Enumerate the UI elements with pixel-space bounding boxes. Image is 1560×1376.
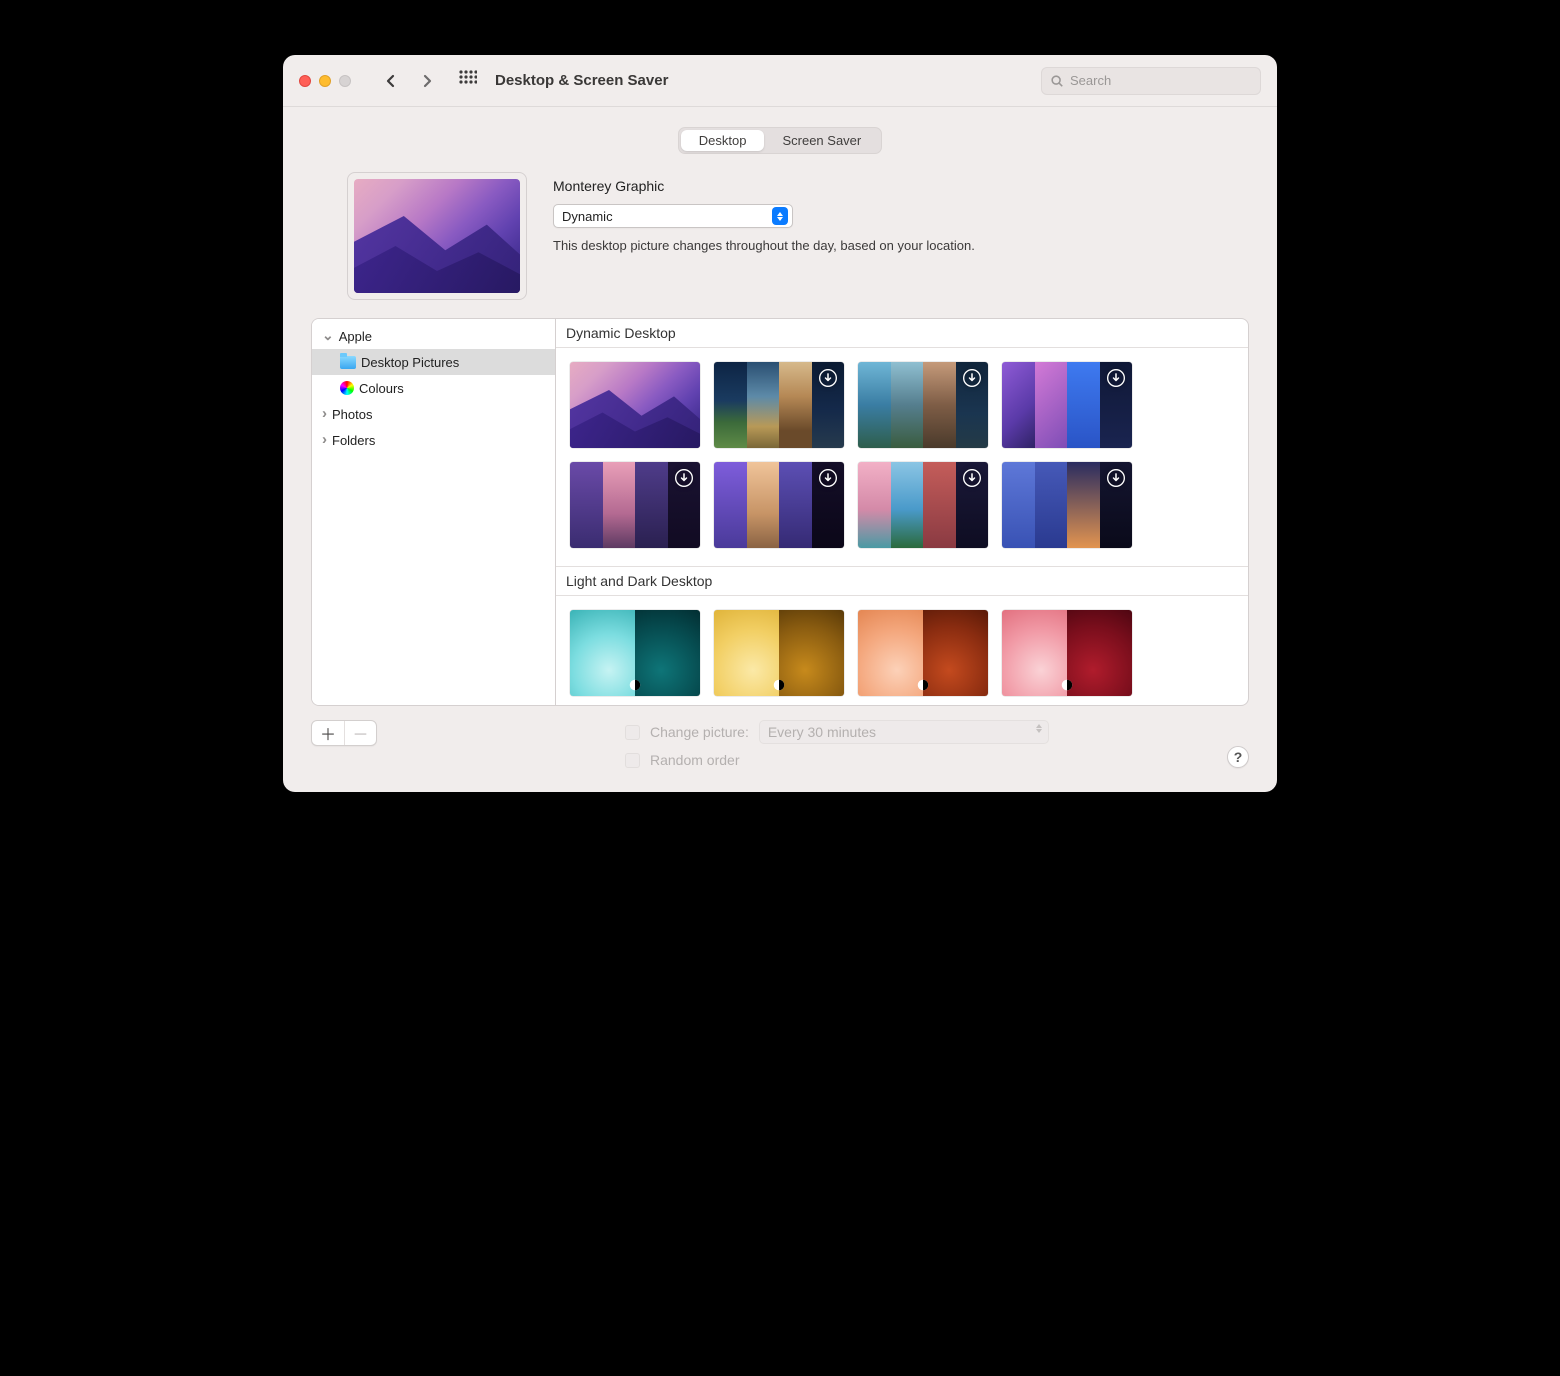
download-icon bbox=[818, 368, 838, 388]
download-icon bbox=[962, 368, 982, 388]
light-dark-icon bbox=[628, 678, 642, 692]
change-picture-label: Change picture: bbox=[650, 724, 749, 740]
search-field[interactable] bbox=[1041, 67, 1261, 95]
tab-bar: Desktop Screen Saver bbox=[311, 127, 1249, 154]
change-picture-interval-select: Every 30 minutes bbox=[759, 720, 1049, 744]
chevron-right-icon bbox=[322, 407, 327, 422]
wallpaper-preview-image bbox=[354, 179, 520, 293]
colour-wheel-icon bbox=[340, 381, 354, 395]
footer-controls: ＋ － Change picture: Every 30 minutes Ran… bbox=[311, 720, 1249, 768]
download-icon bbox=[674, 468, 694, 488]
chevron-down-icon bbox=[322, 327, 334, 344]
sidebar-item-folders[interactable]: Folders bbox=[312, 427, 555, 453]
wallpaper-thumb-desert[interactable] bbox=[714, 462, 844, 548]
search-input[interactable] bbox=[1070, 73, 1252, 88]
random-order-checkbox bbox=[625, 753, 640, 768]
remove-source-button: － bbox=[344, 721, 376, 745]
window-title: Desktop & Screen Saver bbox=[495, 72, 668, 89]
sidebar-item-desktop-pictures[interactable]: Desktop Pictures bbox=[312, 349, 555, 375]
sidebar-item-label: Photos bbox=[332, 407, 372, 422]
sidebar-item-photos[interactable]: Photos bbox=[312, 401, 555, 427]
select-arrows-icon bbox=[1036, 724, 1042, 733]
lightdark-thumbnails bbox=[556, 596, 1248, 705]
wallpaper-thumb-gradient[interactable] bbox=[1002, 462, 1132, 548]
add-source-button[interactable]: ＋ bbox=[312, 721, 344, 745]
light-dark-icon bbox=[1060, 678, 1074, 692]
sidebar-item-label: Folders bbox=[332, 433, 375, 448]
random-order-label: Random order bbox=[650, 752, 740, 768]
nav-back-button[interactable] bbox=[377, 67, 405, 95]
source-sidebar: Apple Desktop Pictures Colours Photos Fo… bbox=[312, 319, 556, 705]
select-arrows-icon bbox=[772, 207, 788, 225]
wallpaper-name: Monterey Graphic bbox=[553, 178, 1213, 194]
sidebar-item-colours[interactable]: Colours bbox=[312, 375, 555, 401]
download-icon bbox=[1106, 368, 1126, 388]
change-picture-row: Change picture: Every 30 minutes bbox=[625, 720, 1049, 744]
download-icon bbox=[818, 468, 838, 488]
download-icon bbox=[1106, 468, 1126, 488]
chevron-right-icon bbox=[322, 433, 327, 448]
wallpaper-thumb-big-sur-graphic[interactable] bbox=[1002, 362, 1132, 448]
sidebar-item-label: Apple bbox=[339, 329, 372, 344]
wallpaper-browser: Apple Desktop Pictures Colours Photos Fo… bbox=[311, 318, 1249, 706]
content-area: Desktop Screen Saver Monterey Graphic Dy… bbox=[283, 107, 1277, 792]
light-dark-icon bbox=[772, 678, 786, 692]
wallpaper-preview-well bbox=[347, 172, 527, 300]
change-picture-checkbox[interactable] bbox=[625, 725, 640, 740]
tab-screen-saver[interactable]: Screen Saver bbox=[764, 130, 879, 151]
wallpaper-mode-value: Dynamic bbox=[562, 209, 613, 224]
section-header-lightdark: Light and Dark Desktop bbox=[556, 566, 1248, 596]
wallpaper-description: This desktop picture changes throughout … bbox=[553, 238, 1213, 253]
section-header-dynamic: Dynamic Desktop bbox=[556, 319, 1248, 348]
sidebar-item-apple[interactable]: Apple bbox=[312, 323, 555, 349]
light-dark-icon bbox=[916, 678, 930, 692]
wallpaper-thumb-monterey-graphic[interactable] bbox=[570, 362, 700, 448]
titlebar: Desktop & Screen Saver bbox=[283, 55, 1277, 107]
system-preferences-window: Desktop & Screen Saver Desktop Screen Sa… bbox=[283, 55, 1277, 792]
wallpaper-thumb-orange[interactable] bbox=[858, 610, 988, 696]
dynamic-thumbnails bbox=[556, 348, 1248, 566]
wallpaper-thumb-red[interactable] bbox=[1002, 610, 1132, 696]
tab-desktop[interactable]: Desktop bbox=[681, 130, 765, 151]
wallpaper-thumb-teal[interactable] bbox=[570, 610, 700, 696]
nav-forward-button[interactable] bbox=[413, 67, 441, 95]
help-button[interactable]: ? bbox=[1227, 746, 1249, 768]
wallpaper-thumb-monterey[interactable] bbox=[714, 362, 844, 448]
current-wallpaper-section: Monterey Graphic Dynamic This desktop pi… bbox=[311, 172, 1249, 318]
wallpaper-thumb-yellow[interactable] bbox=[714, 610, 844, 696]
wallpaper-thumb-beach[interactable] bbox=[858, 462, 988, 548]
minimize-window-button[interactable] bbox=[319, 75, 331, 87]
random-order-row: Random order bbox=[625, 752, 1049, 768]
download-icon bbox=[962, 468, 982, 488]
close-window-button[interactable] bbox=[299, 75, 311, 87]
show-all-prefs-button[interactable] bbox=[459, 70, 477, 91]
add-remove-source: ＋ － bbox=[311, 720, 377, 746]
folder-icon bbox=[340, 356, 356, 369]
sidebar-item-label: Colours bbox=[359, 381, 404, 396]
wallpaper-gallery[interactable]: Dynamic Desktop bbox=[556, 319, 1248, 705]
zoom-window-button[interactable] bbox=[339, 75, 351, 87]
window-controls bbox=[299, 75, 351, 87]
wallpaper-thumb-big-sur[interactable] bbox=[858, 362, 988, 448]
wallpaper-thumb-iridescent[interactable] bbox=[570, 462, 700, 548]
sidebar-item-label: Desktop Pictures bbox=[361, 355, 459, 370]
wallpaper-mode-select[interactable]: Dynamic bbox=[553, 204, 793, 228]
change-picture-interval-value: Every 30 minutes bbox=[768, 724, 876, 740]
